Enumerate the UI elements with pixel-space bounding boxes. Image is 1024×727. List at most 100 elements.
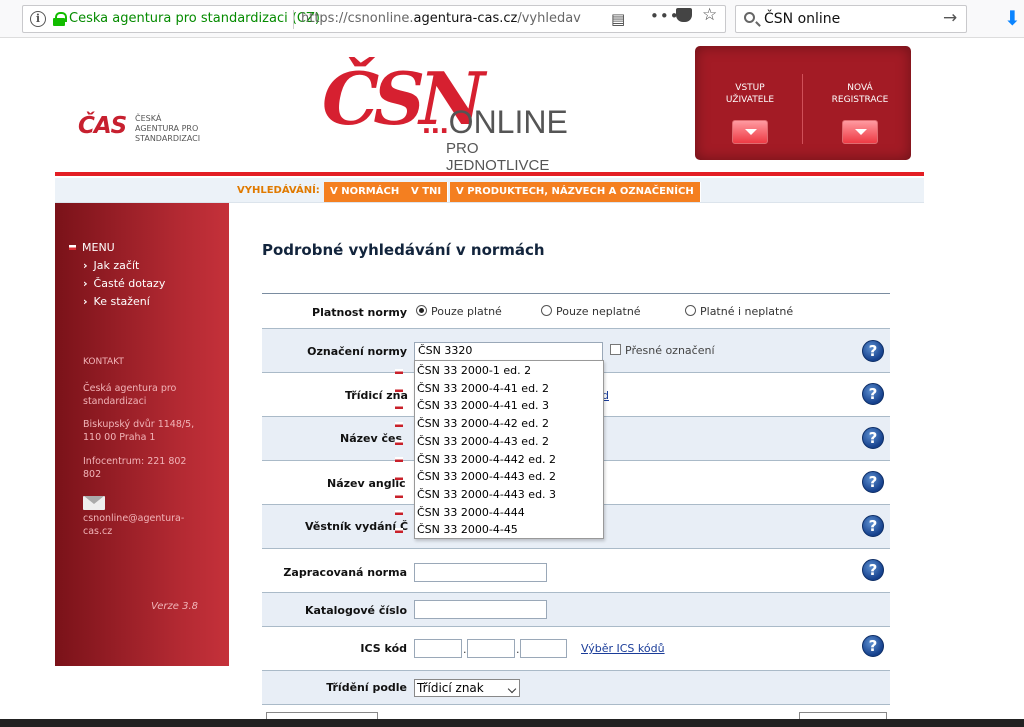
- flag-icon: [395, 369, 403, 374]
- help-icon[interactable]: ?: [862, 515, 884, 537]
- radio-platne-i-neplatne[interactable]: Platné i neplatné: [685, 305, 793, 318]
- presne-oznaceni-checkbox[interactable]: Přesné označení: [610, 344, 715, 357]
- trideni-select[interactable]: Třídicí znak: [414, 679, 520, 697]
- cas-logo[interactable]: ČAS ČESKÁ AGENTURA PRO STANDARDIZACI: [78, 113, 208, 149]
- nav-label: VYHLEDÁVÁNÍ:: [237, 185, 320, 196]
- cas-logo-text: ČESKÁ AGENTURA PRO STANDARDIZACI: [135, 114, 201, 143]
- search-icon: [744, 12, 755, 23]
- address-bar[interactable]: i Ceska agentura pro standardizaci (CZ) …: [22, 5, 726, 33]
- checkbox-icon: [610, 344, 621, 355]
- help-icon[interactable]: ?: [862, 471, 884, 493]
- autocomplete-option[interactable]: ČSN 33 2000-4-444: [416, 504, 602, 522]
- radio-icon: [685, 305, 696, 316]
- autocomplete-option[interactable]: ČSN 33 2000-4-42 ed. 2: [416, 415, 602, 433]
- row-trideni: Třídění podle Třídicí znak: [262, 671, 890, 705]
- row-zapracovana: Zapracovaná norma ?: [262, 549, 890, 593]
- sidebar-item-jak-zacit[interactable]: Jak začít: [83, 259, 140, 272]
- row-platnost: Platnost normy Pouze platné Pouze neplat…: [262, 294, 890, 329]
- autocomplete-option[interactable]: ČSN 33 2000-4-41 ed. 3: [416, 397, 602, 415]
- flag-icon: [395, 422, 403, 427]
- search-text[interactable]: ČSN online: [764, 11, 840, 27]
- help-icon[interactable]: ?: [862, 427, 884, 449]
- header-red-line: [55, 172, 924, 176]
- sidebar-org: Česká agentura pro standardizaci: [83, 383, 177, 407]
- tab-v-produktech[interactable]: V PRODUKTECH, NÁZVECH A OZNAČENÍCH: [450, 182, 701, 202]
- autocomplete-option[interactable]: ČSN 33 2000-4-43 ed. 2: [416, 433, 602, 451]
- csn-logo-subtitle: PRO JEDNOTLIVCE: [446, 140, 550, 174]
- oznaceni-input[interactable]: ČSN 3320: [414, 342, 603, 361]
- katalogove-input[interactable]: [414, 600, 547, 619]
- login-button[interactable]: [732, 120, 768, 144]
- page-title: Podrobné vyhledávání v normách: [262, 241, 545, 259]
- info-icon[interactable]: i: [30, 11, 46, 27]
- go-arrow-icon[interactable]: →: [943, 8, 957, 28]
- radio-pouze-neplatne[interactable]: Pouze neplatné: [541, 305, 641, 318]
- search-nav: VYHLEDÁVÁNÍ: V NORMÁCH V TNI V PRODUKTEC…: [55, 178, 924, 203]
- trideni-label: Třídění podle: [326, 681, 407, 694]
- login-register-box: VSTUP UŽIVATELE NOVÁ REGISTRACE: [695, 46, 911, 160]
- autocomplete-dropdown: ČSN 33 2000-1 ed. 2 ČSN 33 2000-4-41 ed.…: [414, 360, 604, 539]
- autocomplete-option[interactable]: ČSN 33 2000-4-443 ed. 3: [416, 486, 602, 504]
- register-label[interactable]: NOVÁ REGISTRACE: [810, 82, 910, 106]
- zapracovana-input[interactable]: [414, 563, 547, 582]
- flag-icon: [395, 387, 403, 392]
- browser-toolbar: i Ceska agentura pro standardizaci (CZ) …: [0, 0, 1024, 38]
- sidebar: MENU Jak začít Časté dotazy Ke stažení K…: [55, 203, 229, 666]
- partial-select-left[interactable]: [266, 712, 378, 719]
- radio-pouze-platne[interactable]: Pouze platné: [416, 305, 502, 318]
- autocomplete-option[interactable]: ČSN 33 2000-4-41 ed. 2: [416, 380, 602, 398]
- flag-icon: [69, 245, 76, 250]
- url-text[interactable]: https://csnonline.agentura-cas.cz/vyhled…: [301, 11, 581, 26]
- csn-online-logo[interactable]: ČSN ...ONLINE PRO JEDNOTLIVCE: [322, 56, 582, 174]
- login-label[interactable]: VSTUP UŽIVATELE: [700, 82, 800, 106]
- help-icon[interactable]: ?: [862, 635, 884, 657]
- katalogove-label: Katalogové číslo: [304, 604, 407, 617]
- csn-logo-online: ...ONLINE: [422, 104, 568, 140]
- nazev-anglicky-label: Název anglic: [327, 477, 406, 490]
- pocket-icon[interactable]: [676, 8, 692, 22]
- search-form: Platnost normy Pouze platné Pouze neplat…: [262, 293, 890, 705]
- radio-icon: [541, 305, 552, 316]
- radio-checked-icon: [416, 305, 427, 316]
- reader-view-icon[interactable]: ▤: [611, 10, 625, 28]
- flag-icon: [395, 493, 403, 498]
- download-icon[interactable]: ⬇: [1004, 6, 1021, 30]
- row-katalogove: Katalogové číslo: [262, 593, 890, 627]
- sidebar-menu-title: MENU: [69, 241, 115, 254]
- ics-input-3[interactable]: [520, 639, 567, 658]
- autocomplete-option[interactable]: ČSN 33 2000-1 ed. 2: [416, 362, 602, 380]
- help-icon[interactable]: ?: [862, 383, 884, 405]
- zapracovana-label: Zapracovaná norma: [283, 566, 407, 579]
- flag-icon: [395, 440, 403, 445]
- lock-icon[interactable]: [53, 12, 67, 26]
- ics-label: ICS kód: [360, 642, 407, 655]
- sidebar-email-link[interactable]: csnonline@agentura-cas.cz: [83, 513, 223, 538]
- browser-search-field[interactable]: ČSN online →: [735, 5, 967, 33]
- ics-select-link[interactable]: Výběr ICS kódů: [581, 642, 665, 655]
- autocomplete-option[interactable]: ČSN 33 2000-4-45: [416, 521, 602, 539]
- sidebar-kontakt-heading: KONTAKT: [83, 357, 124, 367]
- vestnik-label: Věstník vydání Č: [305, 520, 409, 533]
- help-icon[interactable]: ?: [862, 340, 884, 362]
- bookmark-star-icon[interactable]: ☆: [702, 5, 717, 25]
- flag-icon: [395, 528, 403, 533]
- site-identity[interactable]: Ceska agentura pro standardizaci (CZ): [69, 11, 320, 26]
- sidebar-item-ke-stazeni[interactable]: Ke stažení: [83, 295, 150, 308]
- url-fade: [581, 6, 637, 32]
- flag-icon: [395, 510, 403, 515]
- register-button[interactable]: [842, 120, 878, 144]
- ics-separator: .: [463, 643, 467, 656]
- flag-icon: [395, 404, 403, 409]
- partial-select-right[interactable]: [799, 712, 887, 719]
- flag-icon: [395, 475, 403, 480]
- sidebar-phone: Infocentrum: 221 802 802: [83, 456, 187, 480]
- autocomplete-option[interactable]: ČSN 33 2000-4-442 ed. 2: [416, 451, 602, 469]
- ics-input-2[interactable]: [467, 639, 515, 658]
- tab-v-normach[interactable]: V NORMÁCH: [324, 182, 407, 202]
- tab-v-tni[interactable]: V TNI: [405, 182, 449, 202]
- version-text: Verze 3.8: [151, 601, 199, 612]
- help-icon[interactable]: ?: [862, 559, 884, 581]
- ics-input-1[interactable]: [414, 639, 462, 658]
- autocomplete-option[interactable]: ČSN 33 2000-4-443 ed. 2: [416, 468, 602, 486]
- sidebar-item-caste-dotazy[interactable]: Časté dotazy: [83, 277, 166, 290]
